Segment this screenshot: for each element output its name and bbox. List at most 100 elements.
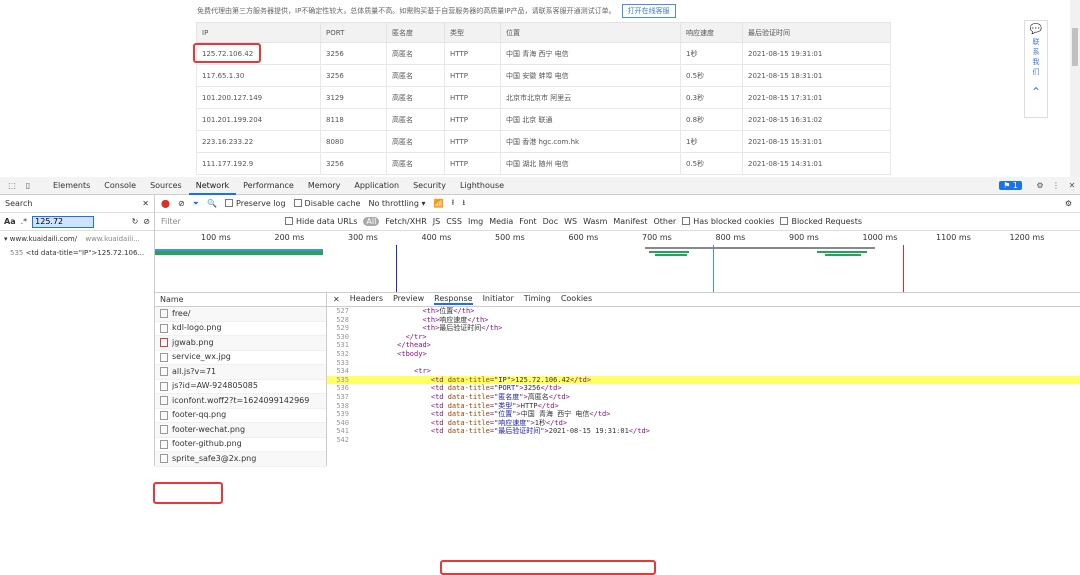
request-item[interactable]: jgwab.png (155, 336, 326, 351)
search-input[interactable] (32, 215, 95, 228)
contact-float-panel[interactable]: 💬 联 系 我 们 ⌃ (1024, 20, 1048, 118)
hide-data-urls-checkbox[interactable]: Hide data URLs (285, 217, 357, 226)
tab-console[interactable]: Console (97, 177, 143, 195)
filter-input[interactable]: Filter (161, 217, 279, 226)
regex-toggle[interactable]: .* (21, 217, 28, 226)
import-har-icon[interactable]: ⭱ (452, 197, 455, 211)
table-cell: 0.3秒 (680, 86, 743, 109)
result-line-text: <td data-title="IP">125.72.106... (25, 249, 145, 257)
tab-elements[interactable]: Elements (46, 177, 97, 195)
preserve-log-checkbox[interactable]: Preserve log (225, 199, 286, 208)
tab-application[interactable]: Application (347, 177, 406, 195)
detail-tab-response[interactable]: Response (434, 294, 473, 305)
filter-type-font[interactable]: Font (519, 217, 536, 226)
code-token: <td (430, 392, 448, 401)
has-blocked-cookies-checkbox[interactable]: Has blocked cookies (682, 217, 774, 226)
line-number: 531 (336, 341, 349, 350)
request-item[interactable]: service_wx.jpg (155, 351, 326, 365)
page-scrollbar[interactable] (1070, 0, 1080, 177)
table-cell: 117.65.1.30 (196, 64, 321, 87)
network-conditions-icon[interactable]: 📶 (434, 199, 444, 208)
blocked-requests-checkbox[interactable]: Blocked Requests (780, 217, 862, 226)
table-cell: 2021-08-15 17:31:01 (742, 86, 891, 109)
tab-sources[interactable]: Sources (143, 177, 189, 195)
close-search-icon[interactable]: ✕ (142, 199, 149, 208)
code-line: 541 <td data-title="最后验证时间">2021-08-15 1… (327, 427, 1080, 436)
tab-network[interactable]: Network (188, 177, 237, 195)
request-item[interactable]: iconfont.woff2?t=1624099142969 (155, 394, 326, 409)
network-settings-icon[interactable]: ⚙ (1065, 199, 1072, 208)
table-row: 101.200.127.149 3129 高匿名 HTTP 北京市北京市 阿里云 0.3秒… (196, 86, 891, 109)
code-token: 3256 (523, 384, 541, 393)
filter-type-manifest[interactable]: Manifest (613, 217, 647, 226)
name-column-header[interactable]: Name (155, 293, 326, 307)
issues-badge[interactable]: ⚑ 1 (999, 181, 1022, 190)
detail-tab-cookies[interactable]: Cookies (561, 294, 592, 305)
tab-lighthouse[interactable]: Lighthouse (453, 177, 511, 195)
throttling-select[interactable]: No throttling ▾ (368, 199, 425, 208)
detail-tab-preview[interactable]: Preview (393, 294, 424, 305)
filter-type-all[interactable]: All (363, 217, 380, 226)
online-service-button[interactable]: 打开在线客服 (621, 4, 676, 18)
file-icon (160, 352, 168, 362)
request-item[interactable]: footer-wechat.png (155, 423, 326, 438)
request-item[interactable]: js?id=AW-924805085 (155, 380, 326, 394)
filter-type-ws[interactable]: WS (564, 217, 577, 226)
filter-type-media[interactable]: Media (489, 217, 513, 226)
chat-icon[interactable]: 💬 (1030, 24, 1042, 35)
filter-type-js[interactable]: JS (433, 217, 440, 226)
line-number: 530 (336, 332, 349, 341)
code-token: 1秒 (534, 418, 546, 427)
code-line: 535 <td data-title="IP">125.72.106.42</t… (327, 375, 1080, 385)
inspect-element-icon[interactable]: ⬚ (4, 181, 20, 190)
request-name: service_wx.jpg (172, 352, 231, 361)
hide-data-urls-label: Hide data URLs (296, 217, 358, 226)
request-item[interactable]: free/ (155, 307, 326, 322)
request-item[interactable]: kdl-logo.png (155, 322, 326, 336)
tab-memory[interactable]: Memory (301, 177, 348, 195)
filter-type-wasm[interactable]: Wasm (583, 217, 607, 226)
tab-security[interactable]: Security (406, 177, 453, 195)
more-options-icon[interactable]: ⋮ (1048, 181, 1064, 190)
export-har-icon[interactable]: ⭳ (462, 197, 465, 211)
request-item[interactable]: all.js?v=71 (155, 365, 326, 380)
filter-type-fetchxhr[interactable]: Fetch/XHR (385, 217, 426, 226)
close-devtools-icon[interactable]: ✕ (1064, 181, 1080, 190)
search-result-line[interactable]: 535 <td data-title="IP">125.72.106... (0, 248, 154, 262)
back-to-top-icon[interactable]: ⌃ (1031, 85, 1041, 99)
clear-icon[interactable]: ⊘ (178, 199, 185, 208)
filter-type-other[interactable]: Other (654, 217, 677, 226)
filter-type-doc[interactable]: Doc (543, 217, 558, 226)
devtools-tabbar: ⬚ ▯ Elements Console Sources Network Perform… (0, 177, 1080, 195)
clear-search-icon[interactable]: ⊘ (143, 217, 150, 226)
filter-icon[interactable]: ⏷ (193, 199, 199, 209)
close-detail-icon[interactable]: ✕ (333, 295, 340, 304)
code-text: <td data-title="PORT">3256</td> (355, 384, 562, 393)
code-token: <tbody> (397, 349, 427, 358)
match-case-toggle[interactable]: Aa (4, 217, 16, 226)
network-overview-timeline[interactable]: 100 ms 200 ms 300 ms 400 ms 500 ms 600 ms 700 … (155, 231, 1080, 293)
disable-cache-checkbox[interactable]: Disable cache (293, 199, 360, 208)
device-toolbar-icon[interactable]: ▯ (20, 181, 36, 190)
tab-performance[interactable]: Performance (236, 177, 301, 195)
request-item[interactable]: footer-qq.png (155, 409, 326, 423)
filter-type-img[interactable]: Img (468, 217, 483, 226)
detail-tab-initiator[interactable]: Initiator (483, 294, 514, 305)
code-line: 530 </tr> (327, 333, 1080, 342)
record-icon[interactable]: ⬤ (161, 199, 170, 208)
settings-gear-icon[interactable]: ⚙ (1032, 181, 1048, 190)
code-text: <td data-title="IP">125.72.106.42</td> (355, 376, 591, 385)
filter-type-css[interactable]: CSS (446, 217, 462, 226)
request-item[interactable]: footer-github.png (155, 438, 326, 452)
detail-tab-timing[interactable]: Timing (524, 294, 551, 305)
code-token: <td (430, 375, 448, 384)
search-result-file[interactable]: ▾ www.kuaidaili.com/ www.kuaidaili... (0, 231, 154, 248)
refresh-search-icon[interactable]: ↻ (132, 217, 139, 226)
request-item[interactable]: sprite_safe3@2x.png (155, 452, 326, 467)
code-token: "IP" (494, 375, 511, 384)
detail-tab-headers[interactable]: Headers (350, 294, 383, 305)
request-name: footer-qq.png (172, 410, 227, 419)
search-icon[interactable]: 🔍 (207, 199, 217, 208)
page-scroll-thumb[interactable] (1072, 28, 1078, 66)
highlight-box-free (153, 482, 223, 504)
